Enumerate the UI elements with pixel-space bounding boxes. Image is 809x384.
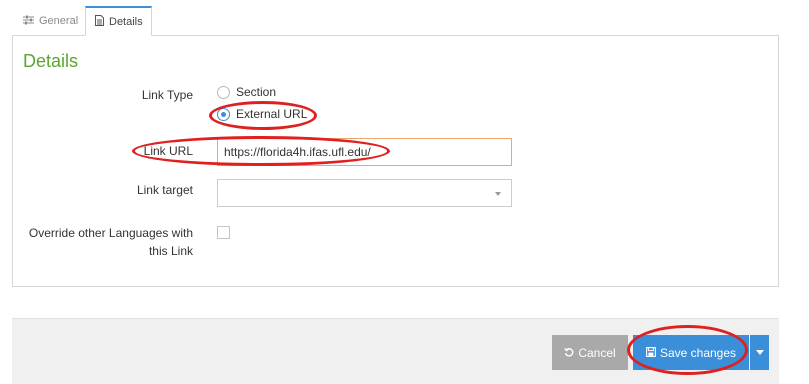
tab-general-label: General (39, 15, 79, 27)
link-target-select[interactable] (217, 179, 512, 207)
tab-general[interactable]: General (14, 6, 84, 36)
save-changes-button[interactable]: Save changes (633, 335, 749, 370)
override-label-line2: this Link (148, 244, 193, 258)
link-url-input[interactable]: https://florida4h.ifas.ufl.edu/ (217, 138, 512, 166)
sliders-icon (23, 15, 34, 28)
caret-down-icon (755, 350, 764, 355)
link-url-label: Link URL (143, 144, 193, 158)
radio-option-external-url[interactable]: External URL (217, 107, 307, 121)
document-icon (95, 14, 104, 29)
cancel-button[interactable]: Cancel (552, 335, 628, 370)
link-type-label: Link Type (141, 88, 193, 102)
override-languages-checkbox[interactable] (217, 226, 230, 239)
undo-icon (564, 346, 574, 360)
radio-option-section[interactable]: Section (217, 85, 276, 99)
floppy-disk-icon (646, 346, 656, 360)
save-options-dropdown-button[interactable] (750, 335, 769, 370)
link-target-label: Link target (136, 183, 193, 197)
override-languages-label: Override other Languages with this Link (13, 224, 193, 260)
external-url-radio-label: External URL (236, 107, 308, 121)
cancel-label: Cancel (578, 345, 616, 360)
section-radio[interactable] (217, 85, 230, 99)
section-radio-label: Section (236, 85, 277, 99)
chevron-down-icon (495, 192, 501, 196)
override-label-line1: Override other Languages with (28, 226, 193, 240)
details-panel: Details Link Type Section External URL L… (12, 35, 779, 287)
tab-details[interactable]: Details (85, 6, 152, 36)
tab-details-label: Details (109, 15, 143, 28)
save-changes-label: Save changes (659, 345, 737, 360)
panel-title: Details (23, 51, 79, 71)
external-url-radio[interactable] (217, 107, 230, 121)
